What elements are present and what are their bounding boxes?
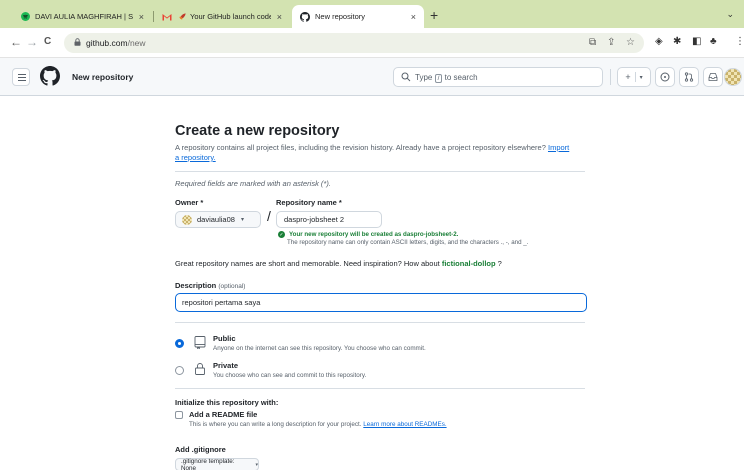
extension-shield-icon[interactable]: ◈	[655, 36, 663, 47]
add-readme-checkbox[interactable]	[175, 411, 183, 419]
bookmark-star-icon[interactable]: ☆	[626, 37, 635, 48]
gmail-icon	[162, 12, 172, 22]
github-header: New repository Type / to search + ▾	[0, 58, 744, 96]
menu-line	[18, 77, 26, 78]
url-text: github.com/new	[86, 38, 146, 48]
header-divider	[610, 69, 611, 85]
pull-requests-button[interactable]	[679, 67, 699, 87]
forward-button[interactable]: →	[26, 35, 38, 49]
tab-search-icon[interactable]: ⌄	[726, 9, 734, 20]
close-icon[interactable]: ×	[411, 12, 416, 22]
owner-avatar	[182, 214, 192, 225]
public-description: Anyone on the internet can see this repo…	[213, 345, 426, 352]
browser-tab-strip: DAVI AULIA MAGHFIRAH | Spo × Your GitHub…	[0, 0, 744, 28]
divider	[175, 322, 585, 323]
inbox-icon	[708, 73, 718, 81]
required-fields-note: Required fields are marked with an aster…	[175, 179, 331, 188]
browser-toolbar: ← → C github.com/new ⧉ ⇪ ☆ ◈ ✱ ◧ ♣ ⋮	[0, 28, 744, 58]
button-divider	[634, 72, 636, 82]
profile-icon[interactable]: ♣	[710, 36, 717, 47]
lock-icon	[195, 363, 205, 375]
page-description: A repository contains all project files,…	[175, 143, 570, 162]
chevron-down-icon: ▾	[639, 74, 643, 81]
private-radio[interactable]	[175, 366, 184, 375]
menu-button[interactable]	[12, 68, 30, 86]
spotify-icon	[20, 12, 30, 22]
gitignore-title: Add .gitignore	[175, 445, 226, 454]
repository-name-hint: The repository name can only contain ASC…	[287, 239, 529, 246]
translate-icon[interactable]: ⧉	[589, 37, 596, 48]
readme-description: This is where you can write a long descr…	[189, 421, 447, 428]
slash-key-hint: /	[434, 74, 443, 83]
page-context-title: New repository	[72, 72, 134, 82]
search-icon	[401, 72, 411, 82]
owner-select[interactable]: daviaulia08 ▾	[175, 211, 261, 228]
name-inspiration: Great repository names are short and mem…	[175, 259, 502, 268]
share-icon[interactable]: ⇪	[607, 37, 615, 48]
page-title: Create a new repository	[175, 123, 340, 139]
reload-button[interactable]: C	[44, 36, 51, 47]
initialize-title: Initialize this repository with:	[175, 398, 279, 407]
description-label: Description (optional)	[175, 281, 246, 290]
public-radio[interactable]	[175, 339, 184, 348]
avatar[interactable]	[724, 68, 742, 86]
inbox-button[interactable]	[703, 67, 723, 87]
check-circle-icon: ✓	[278, 231, 285, 238]
plus-icon: +	[625, 72, 631, 82]
chevron-down-icon: ▾	[240, 217, 244, 223]
rocket-icon	[177, 12, 187, 22]
new-tab-button[interactable]: +	[430, 7, 438, 23]
menu-line	[18, 80, 26, 81]
repository-name-valid-message: ✓ Your new repository will be created as…	[278, 231, 459, 238]
owner-label: Owner *	[175, 198, 204, 207]
address-bar[interactable]: github.com/new ⧉ ⇪ ☆	[64, 33, 644, 53]
owner-repo-separator: /	[267, 208, 271, 224]
tab-spotify[interactable]: DAVI AULIA MAGHFIRAH | Spo ×	[12, 5, 152, 28]
issue-icon	[660, 72, 670, 82]
close-icon[interactable]: ×	[277, 12, 282, 22]
tab-label: DAVI AULIA MAGHFIRAH | Spo	[35, 12, 133, 21]
search-input[interactable]: Type / to search	[393, 67, 603, 87]
gitignore-template-select[interactable]: .gitignore template: None ▾	[175, 458, 259, 470]
add-readme-label[interactable]: Add a README file	[189, 410, 257, 419]
private-title: Private	[213, 361, 239, 370]
tab-gmail[interactable]: Your GitHub launch code - ×	[154, 5, 290, 28]
repo-public-icon	[194, 336, 206, 349]
description-input[interactable]: repositori pertama saya	[175, 293, 587, 312]
repository-name-label: Repository name *	[276, 198, 342, 207]
sidebar-toggle-icon[interactable]: ◧	[692, 36, 701, 47]
close-icon[interactable]: ×	[139, 12, 144, 22]
chevron-down-icon: ▾	[255, 461, 258, 468]
tab-label: Your GitHub launch code -	[190, 12, 271, 21]
extension-puzzle-icon[interactable]: ✱	[673, 36, 681, 47]
pull-request-icon	[684, 72, 694, 82]
lock-icon	[74, 38, 81, 46]
divider	[175, 171, 585, 172]
browser-menu-icon[interactable]: ⋮	[735, 36, 744, 47]
menu-line	[18, 74, 26, 75]
github-icon	[300, 11, 310, 22]
issues-button[interactable]	[655, 67, 675, 87]
search-placeholder: Type / to search	[415, 73, 478, 83]
divider	[175, 388, 585, 389]
repository-name-input[interactable]: daspro-jobsheet 2	[276, 211, 382, 228]
tab-new-repository[interactable]: New repository ×	[292, 5, 424, 28]
private-description: You choose who can see and commit to thi…	[213, 372, 367, 379]
public-title: Public	[213, 334, 236, 343]
owner-value: daviaulia08	[197, 215, 235, 224]
create-new-button[interactable]: + ▾	[617, 67, 651, 87]
gitignore-value: .gitignore template: None	[181, 457, 235, 470]
learn-more-readmes-link[interactable]: Learn more about READMEs.	[363, 421, 446, 428]
tab-label: New repository	[315, 12, 366, 21]
github-logo-icon[interactable]	[40, 66, 60, 86]
back-button[interactable]: ←	[10, 35, 22, 49]
suggested-name-button[interactable]: fictional-dollop	[442, 259, 496, 268]
